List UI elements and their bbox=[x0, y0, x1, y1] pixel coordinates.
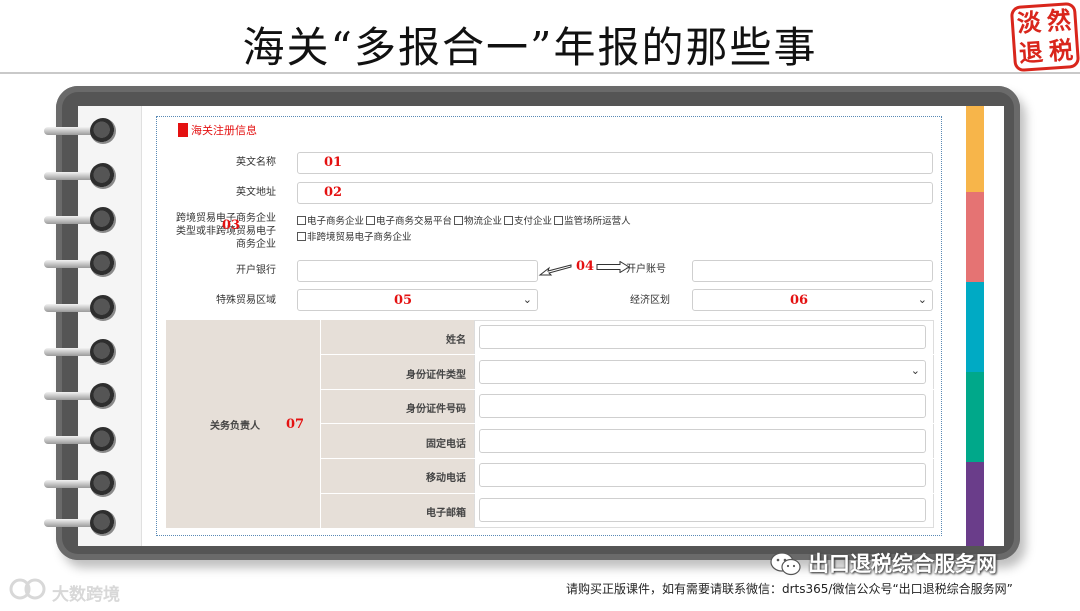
bank-input[interactable] bbox=[297, 260, 538, 282]
option-label: 非跨境贸易电子商务企业 bbox=[307, 232, 412, 243]
logo-seal: 淡 然 退 税 bbox=[1009, 1, 1080, 73]
color-tab bbox=[966, 282, 984, 372]
color-tab bbox=[966, 372, 984, 462]
id-type-select[interactable]: ⌄ bbox=[479, 360, 926, 384]
option-ecommerce-enterprise[interactable]: 电子商务企业 bbox=[297, 213, 364, 227]
right-arrow-icon bbox=[596, 261, 630, 273]
color-tab bbox=[966, 106, 984, 192]
enterprise-type-label: 跨境贸易电子商务企业 类型或非跨境贸易电子 商务企业 bbox=[160, 212, 276, 251]
annotation-06: 06 bbox=[790, 293, 809, 308]
name-input[interactable] bbox=[479, 325, 926, 349]
spiral-ring bbox=[44, 118, 118, 144]
english-name-label: 英文名称 bbox=[236, 157, 276, 168]
option-non-crossborder[interactable]: 非跨境贸易电子商务企业 bbox=[297, 229, 412, 243]
email-input[interactable] bbox=[479, 498, 926, 522]
watermark-logo-icon bbox=[9, 578, 46, 600]
option-ecommerce-platform[interactable]: 电子商务交易平台 bbox=[366, 213, 452, 227]
row-divider bbox=[320, 354, 934, 355]
name-label: 姓名 bbox=[446, 335, 466, 346]
enterprise-type-label-line: 跨境贸易电子商务企业 bbox=[176, 213, 276, 224]
enterprise-type-label-line: 类型或非跨境贸易电子 bbox=[176, 226, 276, 237]
contact-fields-column bbox=[474, 320, 934, 528]
chevron-down-icon: ⌄ bbox=[910, 364, 920, 377]
color-tab bbox=[966, 192, 984, 282]
special-zone-label: 特殊贸易区域 bbox=[216, 295, 276, 306]
email-label: 电子邮箱 bbox=[426, 508, 466, 519]
economic-zone-select[interactable]: ⌄ bbox=[692, 289, 933, 311]
annotation-05: 05 bbox=[394, 293, 413, 308]
spiral-ring bbox=[44, 163, 118, 189]
chevron-down-icon: ⌄ bbox=[917, 293, 927, 306]
row-divider bbox=[320, 423, 934, 424]
spiral-ring bbox=[44, 471, 118, 497]
english-name-input[interactable] bbox=[297, 152, 933, 174]
section-header: 海关注册信息 bbox=[178, 122, 257, 138]
option-label: 电子商务企业 bbox=[307, 216, 365, 227]
section-marker bbox=[178, 123, 188, 137]
landline-input[interactable] bbox=[479, 429, 926, 453]
annotation-07: 07 bbox=[286, 417, 305, 432]
row-divider bbox=[320, 458, 934, 459]
english-address-input[interactable] bbox=[297, 182, 933, 204]
option-label: 支付企业 bbox=[514, 216, 553, 227]
option-label: 监管场所运营人 bbox=[564, 216, 631, 227]
checkbox[interactable] bbox=[454, 215, 464, 225]
spiral-ring bbox=[44, 427, 118, 453]
row-divider bbox=[320, 389, 934, 390]
mobile-label: 移动电话 bbox=[426, 473, 466, 484]
annotation-02: 02 bbox=[324, 185, 343, 200]
special-zone-select[interactable]: ⌄ bbox=[297, 289, 538, 311]
option-label: 物流企业 bbox=[464, 216, 503, 227]
spiral-ring bbox=[44, 339, 118, 365]
section-title: 海关注册信息 bbox=[191, 124, 257, 137]
spiral-ring bbox=[44, 510, 118, 536]
enterprise-type-options: 电子商务企业 电子商务交易平台 物流企业 支付企业 监管场所运营人 bbox=[297, 213, 633, 227]
id-type-label: 身份证件类型 bbox=[406, 370, 466, 381]
mobile-input[interactable] bbox=[479, 463, 926, 487]
option-payment-enterprise[interactable]: 支付企业 bbox=[504, 213, 552, 227]
chevron-down-icon: ⌄ bbox=[522, 293, 532, 306]
checkbox[interactable] bbox=[297, 231, 306, 241]
footer-brand: 出口退税综合服务网 bbox=[808, 552, 997, 576]
contact-person-label: 关务负责人 bbox=[210, 421, 260, 432]
checkbox[interactable] bbox=[297, 215, 306, 225]
row-divider bbox=[320, 493, 934, 494]
color-tab bbox=[966, 462, 984, 546]
annotation-01: 01 bbox=[324, 155, 343, 170]
account-label: 开户账号 bbox=[626, 264, 666, 275]
annotation-04: 04 bbox=[576, 259, 595, 274]
seal-char: 税 bbox=[1047, 35, 1074, 66]
title-divider bbox=[0, 72, 1080, 74]
seal-char: 淡 bbox=[1015, 7, 1042, 38]
landline-label: 固定电话 bbox=[426, 439, 466, 450]
enterprise-type-label-line: 商务企业 bbox=[236, 239, 276, 250]
wechat-icon bbox=[770, 552, 801, 576]
footer-note: 请购买正版课件，如有需要请联系微信：drts365/微信公众号“出口退税综合服务… bbox=[566, 582, 1013, 596]
contact-labels-column bbox=[320, 320, 474, 528]
id-number-input[interactable] bbox=[479, 394, 926, 418]
checkbox[interactable] bbox=[504, 215, 514, 225]
annotation-03: 03 bbox=[222, 218, 241, 233]
enterprise-type-options-2: 非跨境贸易电子商务企业 bbox=[297, 229, 414, 243]
seal-char: 退 bbox=[1018, 37, 1045, 68]
left-arrow-icon bbox=[538, 264, 572, 276]
id-number-label: 身份证件号码 bbox=[406, 404, 466, 415]
slide-title: 海关“多报合一”年报的那些事 bbox=[242, 23, 818, 72]
watermark-text: 大数跨境 bbox=[52, 585, 120, 605]
option-logistics-enterprise[interactable]: 物流企业 bbox=[454, 213, 502, 227]
checkbox[interactable] bbox=[554, 215, 564, 225]
account-input[interactable] bbox=[692, 260, 933, 282]
bank-label: 开户银行 bbox=[236, 265, 276, 276]
option-label: 电子商务交易平台 bbox=[376, 216, 453, 227]
spiral-ring bbox=[44, 207, 118, 233]
spiral-ring bbox=[44, 295, 118, 321]
checkbox[interactable] bbox=[366, 215, 376, 225]
seal-char: 然 bbox=[1045, 5, 1072, 36]
spiral-ring bbox=[44, 251, 118, 277]
spiral-ring bbox=[44, 383, 118, 409]
economic-zone-label: 经济区划 bbox=[630, 295, 670, 306]
option-supervision-operator[interactable]: 监管场所运营人 bbox=[554, 213, 631, 227]
english-address-label: 英文地址 bbox=[236, 187, 276, 198]
